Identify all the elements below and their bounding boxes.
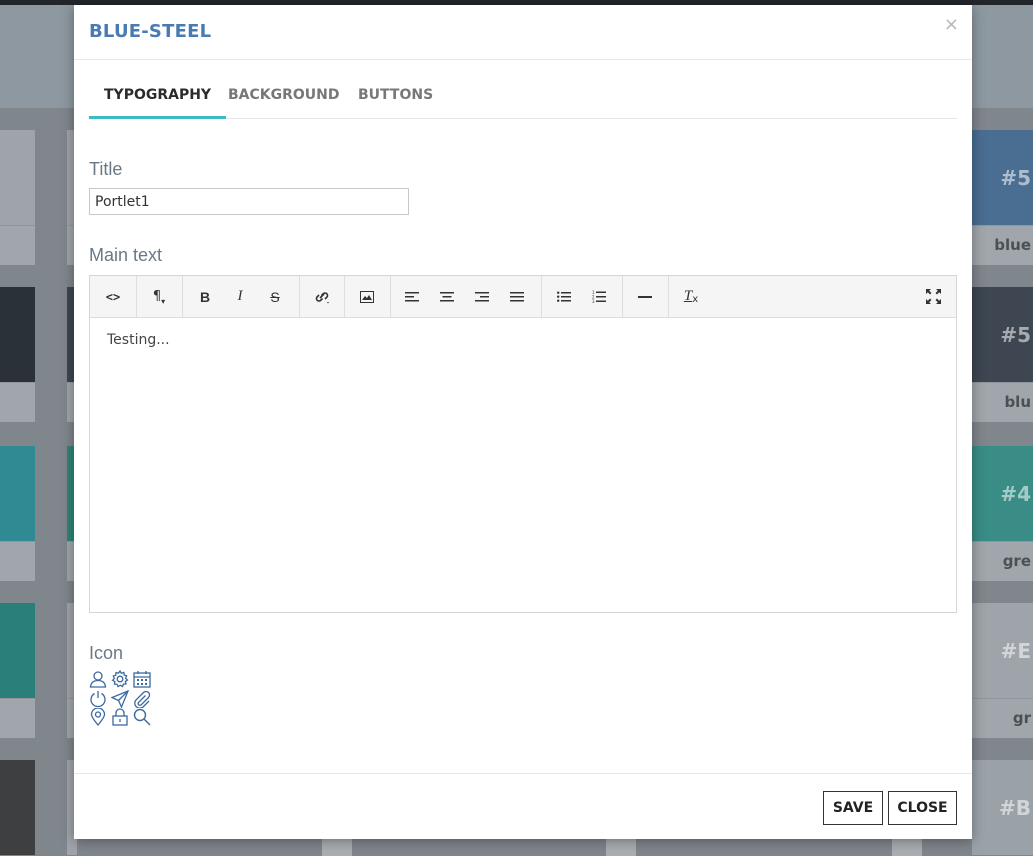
theme-editor-modal: BLUE-STEEL × TYPOGRAPHY BACKGROUND BUTTO… [74, 5, 972, 839]
toolbar-separator [136, 276, 137, 317]
paragraph-style-icon[interactable]: ¶ ▾ [142, 276, 176, 317]
horizontal-rule-icon[interactable] [628, 276, 662, 317]
bg-right-tile: #4 gre [972, 446, 1033, 581]
bg-strip [322, 838, 352, 856]
align-left-icon[interactable] [395, 276, 429, 317]
title-field-label: Title [89, 159, 123, 179]
tab-typography[interactable]: TYPOGRAPHY [89, 77, 227, 119]
gear-icon[interactable] [111, 669, 131, 688]
save-button[interactable]: SAVE [823, 791, 883, 825]
bg-right-tile: #E gr [972, 603, 1033, 738]
strikethrough-icon[interactable]: S [258, 276, 292, 317]
toolbar-separator [390, 276, 391, 317]
toolbar-separator [299, 276, 300, 317]
bg-right-tile: #5 blu [972, 287, 1033, 422]
bg-left-tile [0, 130, 35, 265]
modal-header: BLUE-STEEL × [74, 5, 972, 60]
search-icon[interactable] [133, 708, 153, 726]
toolbar-separator [668, 276, 669, 317]
calendar-icon[interactable] [133, 670, 153, 688]
image-icon[interactable] [350, 276, 384, 317]
rich-text-editor: <> ¶ ▾ B I S 1 2 3 T x Testing... [89, 275, 957, 613]
bg-left-tile [0, 446, 35, 581]
editor-content[interactable]: Testing... [107, 332, 170, 348]
map-pin-icon[interactable] [89, 707, 109, 727]
bg-strip [892, 838, 922, 856]
tab-buttons[interactable]: BUTTONS [343, 77, 448, 119]
numbered-list-icon[interactable]: 123 [582, 276, 616, 317]
bg-left-tile [0, 760, 35, 856]
align-center-icon[interactable] [430, 276, 464, 317]
bg-right-tile: #B [972, 760, 1033, 856]
clear-format-icon[interactable]: Tx [674, 276, 708, 317]
bg-strip [606, 838, 636, 856]
bg-right-tile: #5 blue [972, 130, 1033, 265]
link-icon[interactable] [305, 276, 339, 317]
svg-text:3: 3 [592, 299, 595, 304]
modal-footer: SAVE CLOSE [74, 773, 972, 839]
code-view-icon[interactable]: <> [96, 276, 130, 317]
toolbar-separator [344, 276, 345, 317]
main-text-label: Main text [89, 245, 163, 265]
bg-left-tile [0, 603, 35, 738]
align-right-icon[interactable] [465, 276, 499, 317]
bullet-list-icon[interactable] [547, 276, 581, 317]
editor-toolbar: <> ¶ ▾ B I S 1 2 3 T x [90, 276, 956, 318]
close-icon[interactable]: × [944, 14, 959, 35]
user-icon[interactable] [89, 670, 109, 688]
power-icon[interactable] [89, 690, 109, 708]
toolbar-separator [182, 276, 183, 317]
tab-background[interactable]: BACKGROUND [213, 77, 355, 119]
tab-bar: TYPOGRAPHY BACKGROUND BUTTONS [89, 77, 957, 119]
close-button[interactable]: CLOSE [888, 791, 957, 825]
fullscreen-icon[interactable] [916, 276, 950, 317]
icon-field-label: Icon [89, 643, 124, 663]
toolbar-separator [622, 276, 623, 317]
bg-left-tile [0, 287, 35, 422]
modal-title: BLUE-STEEL [89, 21, 212, 42]
toolbar-separator [541, 276, 542, 317]
align-justify-icon[interactable] [500, 276, 534, 317]
paperclip-icon[interactable] [133, 690, 153, 709]
italic-icon[interactable]: I [223, 276, 257, 317]
lock-icon[interactable] [111, 708, 131, 726]
bold-icon[interactable]: B [188, 276, 222, 317]
title-input[interactable] [89, 188, 409, 215]
send-icon[interactable] [110, 689, 131, 709]
